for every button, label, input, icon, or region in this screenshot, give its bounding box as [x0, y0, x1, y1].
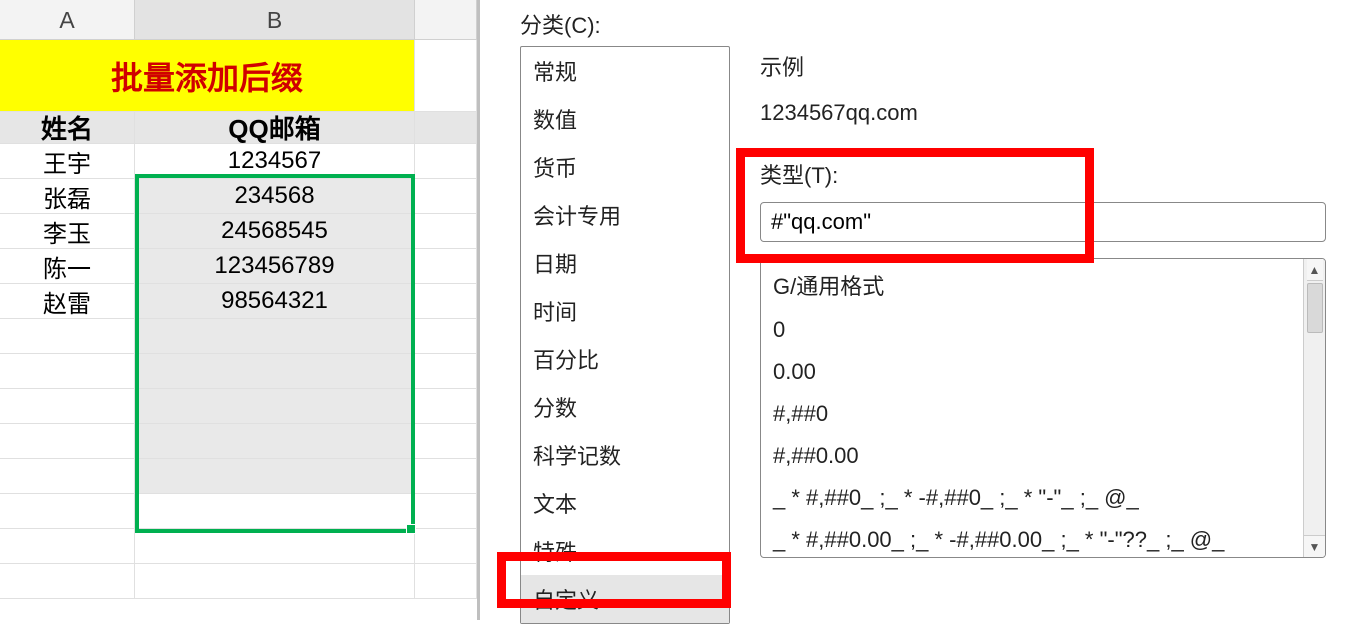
cell-blank[interactable] [415, 389, 477, 423]
cell-blank[interactable] [135, 319, 415, 353]
title-cell[interactable]: 批量添加后缀 [0, 40, 415, 112]
cell-blank[interactable] [135, 424, 415, 458]
category-item[interactable]: 科学记数 [521, 431, 729, 479]
col-header-blank[interactable] [415, 0, 477, 39]
cell-qq[interactable]: 1234567 [135, 144, 415, 178]
header-name[interactable]: 姓名 [0, 112, 135, 143]
cell-blank[interactable] [415, 564, 477, 598]
cell-blank[interactable] [135, 529, 415, 563]
cell-blank[interactable] [0, 354, 135, 388]
category-item[interactable]: 日期 [521, 239, 729, 287]
category-item[interactable]: 时间 [521, 287, 729, 335]
cell-blank[interactable] [415, 179, 477, 213]
cell-blank[interactable] [0, 424, 135, 458]
cell-blank[interactable] [135, 494, 415, 528]
col-header-a[interactable]: A [0, 0, 135, 39]
col-header-b[interactable]: B [135, 0, 415, 39]
cell-name[interactable]: 张磊 [0, 179, 135, 213]
cell-blank[interactable] [415, 494, 477, 528]
column-headers: A B [0, 0, 477, 40]
category-item-custom[interactable]: 自定义 [521, 575, 729, 623]
format-preset-list[interactable]: G/通用格式 0 0.00 #,##0 #,##0.00 _ * #,##0_ … [760, 258, 1326, 558]
format-preset[interactable]: _ * #,##0.00_ ;_ * -#,##0.00_ ;_ * "-"??… [761, 519, 1325, 558]
cell-blank[interactable] [135, 459, 415, 493]
format-preset[interactable]: G/通用格式 [761, 261, 1325, 309]
cell-blank[interactable] [415, 424, 477, 458]
cell-blank[interactable] [0, 459, 135, 493]
type-label: 类型(T): [760, 158, 1326, 190]
header-email[interactable]: QQ邮箱 [135, 112, 415, 143]
cell-blank[interactable] [0, 529, 135, 563]
cell-name[interactable]: 李玉 [0, 214, 135, 248]
category-item[interactable]: 货币 [521, 143, 729, 191]
category-item[interactable]: 会计专用 [521, 191, 729, 239]
spreadsheet-grid[interactable]: 批量添加后缀 姓名 QQ邮箱 王宇 1234567 张磊 234568 李玉 2… [0, 40, 477, 599]
cell-blank[interactable] [415, 40, 477, 111]
format-preset[interactable]: #,##0 [761, 393, 1325, 435]
category-item[interactable]: 特殊 [521, 527, 729, 575]
format-preset[interactable]: 0 [761, 309, 1325, 351]
category-label: 分类(C): [520, 8, 1332, 40]
cell-blank[interactable] [415, 144, 477, 178]
scroll-thumb[interactable] [1307, 283, 1323, 333]
category-item[interactable]: 常规 [521, 47, 729, 95]
format-preset[interactable]: 0.00 [761, 351, 1325, 393]
cell-blank[interactable] [415, 284, 477, 318]
format-cells-dialog: 分类(C): 常规 数值 货币 会计专用 日期 时间 百分比 分数 科学记数 文… [480, 0, 1350, 620]
cell-blank[interactable] [0, 389, 135, 423]
type-input[interactable] [760, 202, 1326, 242]
cell-blank[interactable] [0, 319, 135, 353]
cell-blank[interactable] [415, 354, 477, 388]
sample-label: 示例 [760, 50, 1326, 82]
sample-value: 1234567qq.com [760, 100, 1326, 126]
spreadsheet-pane: A B 批量添加后缀 姓名 QQ邮箱 王宇 1234567 张磊 234568 [0, 0, 480, 620]
cell-blank[interactable] [415, 214, 477, 248]
cell-blank[interactable] [135, 389, 415, 423]
cell-qq[interactable]: 123456789 [135, 249, 415, 283]
cell-blank[interactable] [415, 249, 477, 283]
category-list[interactable]: 常规 数值 货币 会计专用 日期 时间 百分比 分数 科学记数 文本 特殊 自定… [520, 46, 730, 624]
cell-qq[interactable]: 24568545 [135, 214, 415, 248]
cell-qq[interactable]: 234568 [135, 179, 415, 213]
format-preset[interactable]: _ * #,##0_ ;_ * -#,##0_ ;_ * "-"_ ;_ @_ [761, 477, 1325, 519]
category-item[interactable]: 数值 [521, 95, 729, 143]
format-preset[interactable]: #,##0.00 [761, 435, 1325, 477]
category-item[interactable]: 分数 [521, 383, 729, 431]
cell-blank[interactable] [415, 459, 477, 493]
category-item[interactable]: 文本 [521, 479, 729, 527]
cell-name[interactable]: 赵雷 [0, 284, 135, 318]
cell-blank[interactable] [135, 354, 415, 388]
scroll-up-icon[interactable]: ▲ [1307, 259, 1323, 281]
category-item[interactable]: 百分比 [521, 335, 729, 383]
scrollbar[interactable]: ▲ ▼ [1303, 259, 1325, 557]
cell-blank[interactable] [0, 564, 135, 598]
cell-blank[interactable] [135, 564, 415, 598]
cell-blank[interactable] [415, 112, 477, 143]
cell-blank[interactable] [0, 494, 135, 528]
cell-blank[interactable] [415, 529, 477, 563]
cell-name[interactable]: 王宇 [0, 144, 135, 178]
scroll-down-icon[interactable]: ▼ [1304, 535, 1325, 557]
cell-qq[interactable]: 98564321 [135, 284, 415, 318]
cell-name[interactable]: 陈一 [0, 249, 135, 283]
cell-blank[interactable] [415, 319, 477, 353]
